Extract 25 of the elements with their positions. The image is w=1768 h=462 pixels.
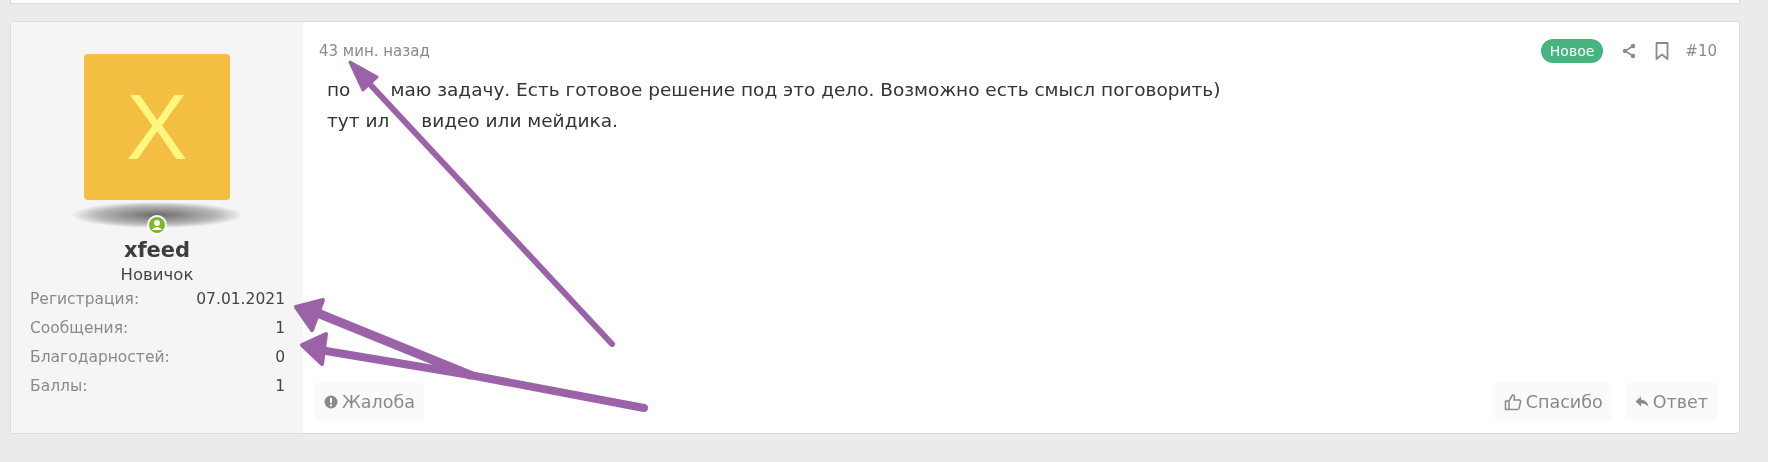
post-text: видео или мейдика. — [421, 109, 618, 133]
share-icon[interactable] — [1621, 43, 1638, 59]
stat-label: Благодарностей: — [30, 348, 170, 366]
stat-value: 0 — [275, 348, 285, 366]
exclamation-icon — [324, 395, 338, 409]
bookmark-icon[interactable] — [1655, 42, 1670, 60]
stat-value: 07.01.2021 — [196, 290, 285, 308]
username-link[interactable]: xfeed — [123, 238, 191, 262]
stat-value: 1 — [275, 319, 285, 337]
new-badge: Новое — [1540, 39, 1604, 63]
post-number-link[interactable]: #10 — [1685, 42, 1717, 60]
user-rank: Новичок — [120, 265, 194, 284]
post-text: маю задачу. Есть готовое решение под это дело. Возможно есть смысл поговорить) — [390, 78, 1221, 102]
stat-value: 1 — [275, 377, 285, 395]
reply-button[interactable]: Ответ — [1625, 383, 1717, 421]
post-text: тут ил — [327, 109, 390, 133]
like-button[interactable]: Спасибо — [1494, 383, 1612, 421]
post-text: по — [327, 78, 351, 102]
stat-label: Баллы: — [30, 377, 88, 395]
stat-label: Сообщения: — [30, 319, 129, 337]
stat-label: Регистрация: — [30, 290, 140, 308]
post-time[interactable]: 43 мин. назад — [319, 42, 430, 60]
thumbs-up-icon — [1503, 393, 1522, 411]
reply-arrow-icon — [1634, 396, 1649, 408]
report-button[interactable]: Жалоба — [315, 383, 424, 421]
